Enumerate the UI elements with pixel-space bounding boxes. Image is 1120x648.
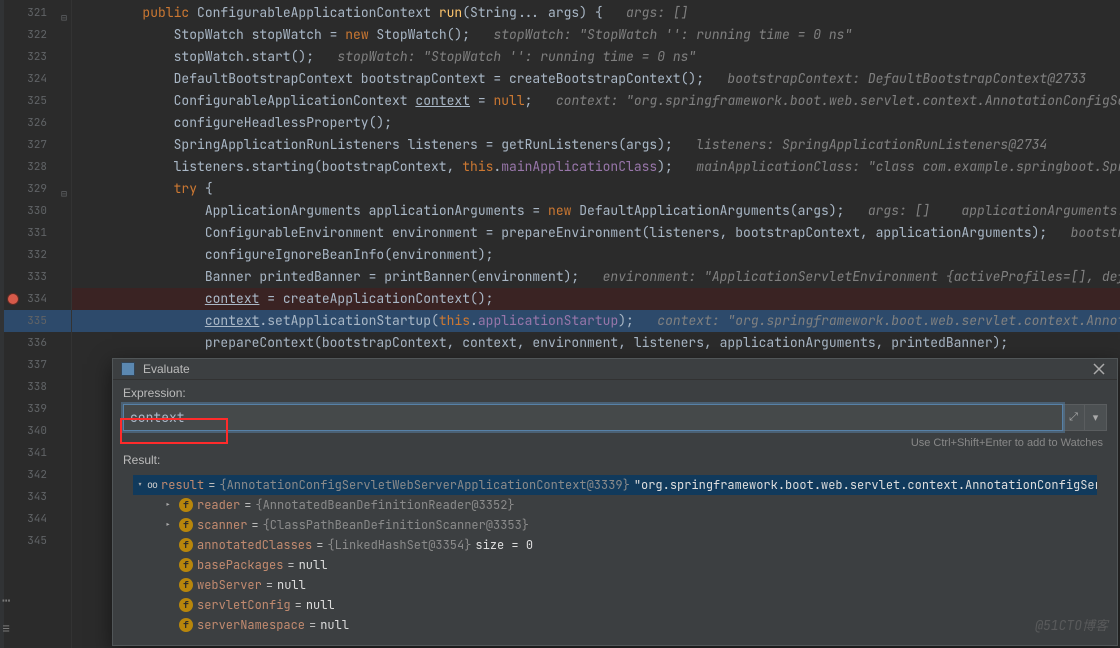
line-number[interactable]: 339 <box>4 398 71 420</box>
history-dropdown-icon[interactable]: ▾ <box>1085 404 1107 431</box>
tree-node[interactable]: f scanner = {ClassPathBeanDefinitionScan… <box>133 515 1097 535</box>
tree-node[interactable]: f servletConfig = null <box>133 595 1097 615</box>
line-number[interactable]: 324 <box>4 68 71 90</box>
code-line[interactable]: Banner printedBanner = printBanner(envir… <box>72 266 1120 288</box>
expression-label: Expression: <box>123 386 1107 400</box>
expression-row: ⤢ ▾ <box>123 404 1107 431</box>
tool-window-icons[interactable]: ⋯ ≡ <box>2 592 10 638</box>
code-line[interactable]: ApplicationArguments applicationArgument… <box>72 200 1120 222</box>
code-line[interactable]: ConfigurableEnvironment environment = pr… <box>72 222 1120 244</box>
line-number[interactable]: 336 <box>4 332 71 354</box>
line-number[interactable]: 329⊟ <box>4 178 71 200</box>
close-icon[interactable] <box>1089 359 1109 379</box>
structure-icon[interactable]: ⋯ <box>2 592 10 610</box>
tree-node[interactable]: f reader = {AnnotatedBeanDefinitionReade… <box>133 495 1097 515</box>
code-line[interactable]: StopWatch stopWatch = new StopWatch(); s… <box>72 24 1120 46</box>
evaluate-body: Expression: ⤢ ▾ Use Ctrl+Shift+Enter to … <box>113 380 1117 647</box>
watermark: @51CTO博客 <box>1035 615 1108 634</box>
bookmarks-icon[interactable]: ≡ <box>2 620 10 638</box>
line-number[interactable]: 321⊟ <box>4 2 71 24</box>
tree-node[interactable]: f basePackages = null <box>133 555 1097 575</box>
evaluate-title-bar[interactable]: Evaluate <box>113 359 1117 380</box>
evaluate-dialog: Evaluate Expression: ⤢ ▾ Use Ctrl+Shift+… <box>112 358 1118 646</box>
tree-node[interactable]: f webServer = null <box>133 575 1097 595</box>
code-line[interactable]: ConfigurableApplicationContext context =… <box>72 90 1120 112</box>
line-number[interactable]: 328 <box>4 156 71 178</box>
line-number[interactable]: 325 <box>4 90 71 112</box>
tree-node[interactable]: f serverNamespace = null <box>133 615 1097 635</box>
line-number[interactable]: 337 <box>4 354 71 376</box>
code-line[interactable]: prepareContext(bootstrapContext, context… <box>72 332 1120 354</box>
code-line[interactable]: listeners.starting(bootstrapContext, thi… <box>72 156 1120 178</box>
line-number[interactable]: 335 <box>4 310 71 332</box>
result-label: Result: <box>123 453 1107 467</box>
code-line[interactable]: context = createApplicationContext(); <box>72 288 1120 310</box>
line-number[interactable]: 323 <box>4 46 71 68</box>
line-number[interactable]: 330 <box>4 200 71 222</box>
line-number[interactable]: 342 <box>4 464 71 486</box>
line-number[interactable]: 327 <box>4 134 71 156</box>
line-number[interactable]: 326 <box>4 112 71 134</box>
watches-hint: Use Ctrl+Shift+Enter to add to Watches <box>123 435 1107 449</box>
line-number[interactable]: 338 <box>4 376 71 398</box>
line-number[interactable]: 332 <box>4 244 71 266</box>
line-number[interactable]: 322 <box>4 24 71 46</box>
tree-root[interactable]: oo result = {AnnotationConfigServletWebS… <box>133 475 1097 495</box>
line-number[interactable]: 334 <box>4 288 71 310</box>
code-line[interactable]: SpringApplicationRunListeners listeners … <box>72 134 1120 156</box>
code-line[interactable]: context.setApplicationStartup(this.appli… <box>72 310 1120 332</box>
code-line[interactable]: configureHeadlessProperty(); <box>72 112 1120 134</box>
result-tree[interactable]: oo result = {AnnotationConfigServletWebS… <box>133 475 1097 635</box>
gutter: 321⊟322323324325326327328329⊟33033133233… <box>4 0 72 648</box>
line-number[interactable]: 333 <box>4 266 71 288</box>
code-line[interactable]: DefaultBootstrapContext bootstrapContext… <box>72 68 1120 90</box>
line-number[interactable]: 343 <box>4 486 71 508</box>
tree-node[interactable]: f annotatedClasses = {LinkedHashSet@3354… <box>133 535 1097 555</box>
line-number[interactable]: 345 <box>4 530 71 552</box>
line-number[interactable]: 341 <box>4 442 71 464</box>
code-line[interactable]: stopWatch.start(); stopWatch: "StopWatch… <box>72 46 1120 68</box>
code-line[interactable]: configureIgnoreBeanInfo(environment); <box>72 244 1120 266</box>
line-number[interactable]: 331 <box>4 222 71 244</box>
line-number[interactable]: 344 <box>4 508 71 530</box>
code-line[interactable]: public ConfigurableApplicationContext ru… <box>72 2 1120 24</box>
code-line[interactable]: try { <box>72 178 1120 200</box>
line-number[interactable]: 340 <box>4 420 71 442</box>
expand-icon[interactable]: ⤢ <box>1063 404 1085 431</box>
app-icon <box>121 362 135 376</box>
expression-input[interactable] <box>123 404 1063 431</box>
dialog-title: Evaluate <box>143 362 190 376</box>
